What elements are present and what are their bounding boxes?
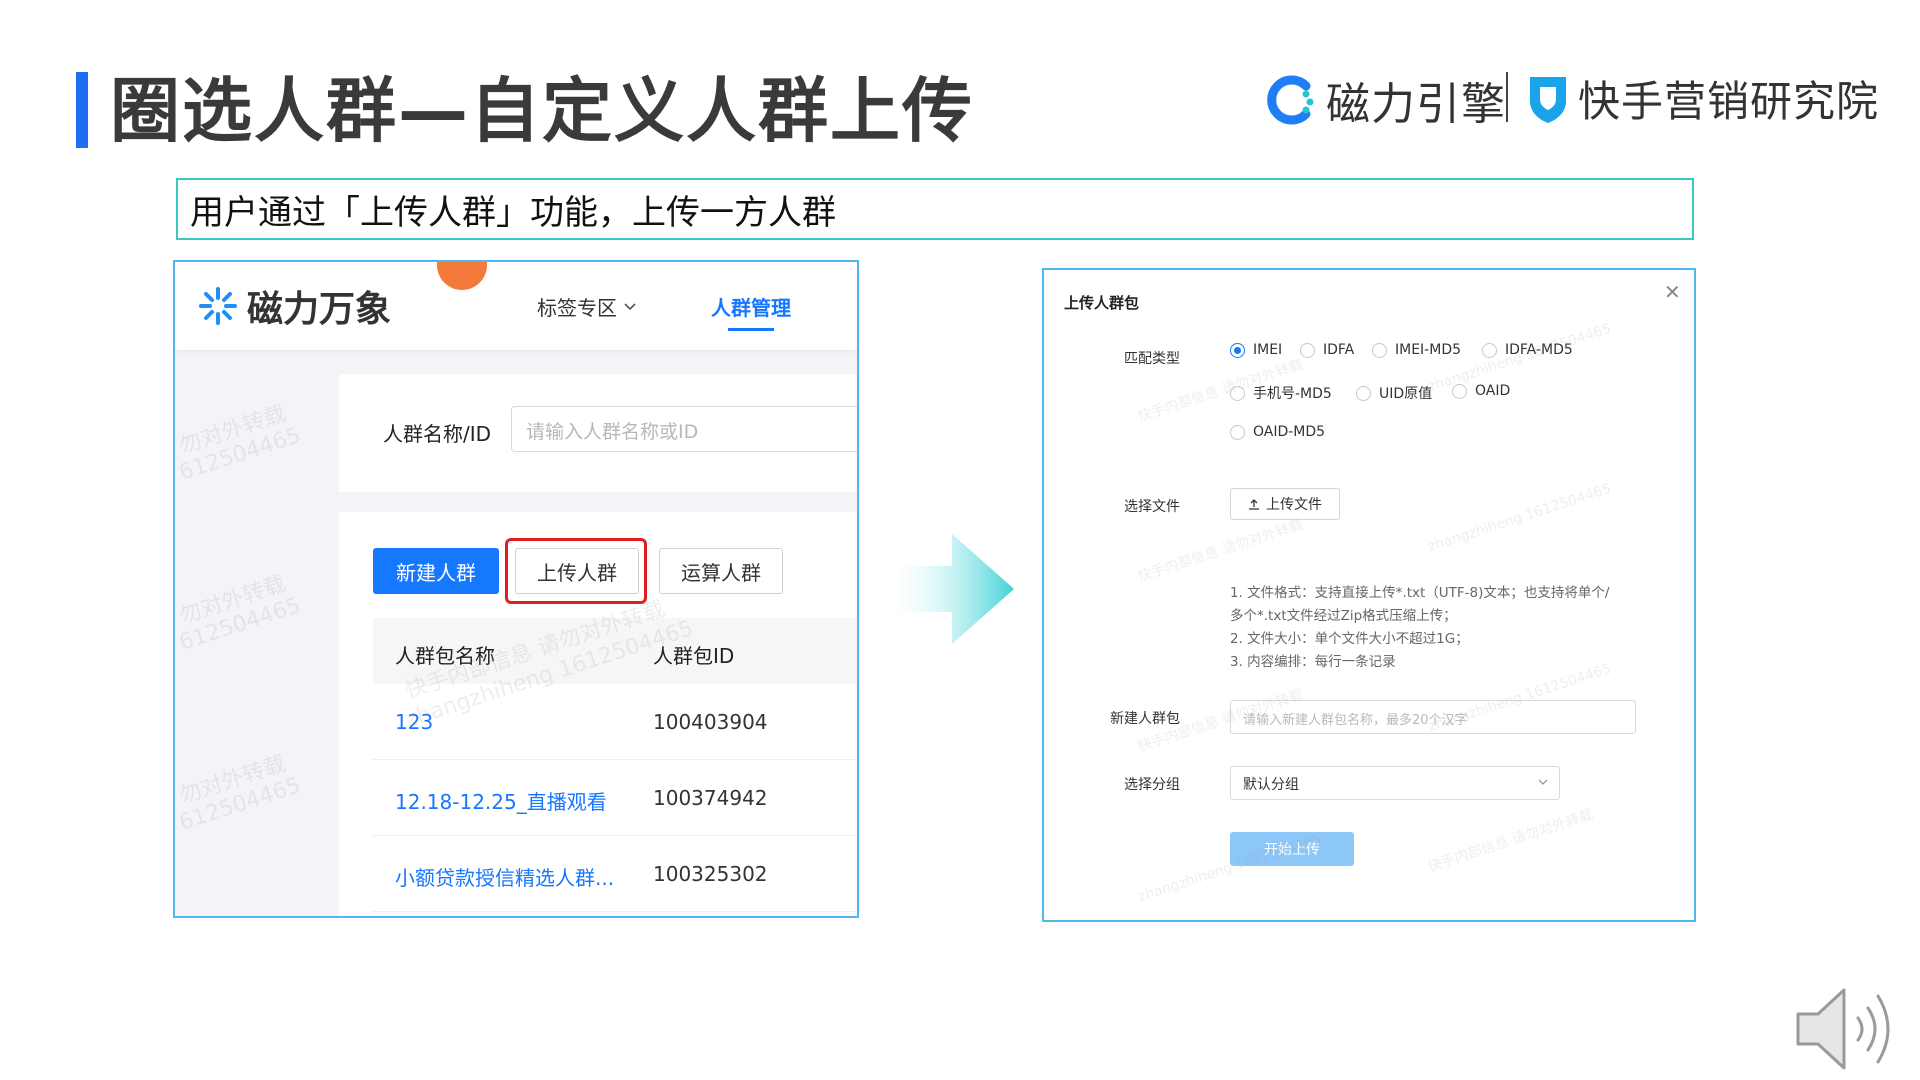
- crowd-name-link[interactable]: 123: [395, 710, 433, 734]
- search-label: 人群名称/ID: [383, 422, 492, 446]
- crowd-management-screenshot: 磁力万象 标签专区 人群管理 勿对外转载 612504465 勿对外转载 612…: [173, 260, 859, 918]
- slide-title: 圈选人群—自定义人群上传: [110, 70, 974, 152]
- radio-unchecked-icon: [1300, 342, 1315, 358]
- tip-line: 2. 文件大小：单个文件大小不超过1G；: [1230, 631, 1469, 647]
- watermark: 612504465: [176, 773, 304, 836]
- group-select-value: 默认分组: [1243, 777, 1299, 793]
- logo-divider: [1506, 72, 1508, 122]
- match-type-label: 匹配类型: [1124, 351, 1180, 367]
- subtitle-box: 用户通过「上传人群」功能，上传一方人群: [176, 178, 1694, 240]
- crowd-name-link[interactable]: 小额贷款授信精选人群...: [395, 862, 614, 891]
- radio-imei-md5[interactable]: IMEI-MD5: [1372, 342, 1461, 358]
- table-row: 小额贷款授信精选人群... 100325302: [373, 836, 857, 912]
- radio-unchecked-icon: [1452, 383, 1467, 399]
- kuaishou-shield-icon: [1530, 76, 1566, 123]
- table-row: 123 100403904: [373, 684, 857, 760]
- kuaishou-institute-logo: 快手营销研究院: [1526, 68, 1879, 129]
- subtitle-text: 用户通过「上传人群」功能，上传一方人群: [190, 192, 836, 233]
- brand-name: 磁力万象: [247, 289, 392, 330]
- group-label: 选择分组: [1124, 777, 1180, 793]
- burst-icon: [199, 287, 237, 325]
- radio-label: UID原值: [1379, 386, 1433, 402]
- radio-unchecked-icon: [1230, 385, 1245, 401]
- radio-imei[interactable]: IMEI: [1230, 342, 1282, 358]
- crowd-id: 100325302: [653, 862, 768, 886]
- radio-label: IDFA-MD5: [1505, 342, 1573, 358]
- select-file-label: 选择文件: [1124, 499, 1180, 515]
- radio-idfa-md5[interactable]: IDFA-MD5: [1482, 342, 1573, 358]
- new-pack-label: 新建人群包: [1110, 711, 1180, 727]
- nav-tags-label: 标签专区: [537, 296, 617, 320]
- cili-engine-logo: 磁力引擎: [1262, 68, 1506, 132]
- flow-arrow-icon: [894, 534, 1014, 644]
- radio-phone-md5[interactable]: 手机号-MD5: [1230, 383, 1332, 403]
- group-select[interactable]: 默认分组: [1230, 766, 1560, 800]
- watermark: 快手内部信息 请勿对外转载: [1136, 516, 1306, 586]
- watermark: 612504465: [176, 593, 304, 656]
- radio-unchecked-icon: [1482, 342, 1497, 358]
- top-nav: 磁力万象 标签专区 人群管理: [175, 262, 857, 350]
- search-card: 人群名称/ID 请输入人群名称或ID: [339, 374, 857, 492]
- radio-label: IDFA: [1323, 342, 1355, 358]
- cili-wanxiang-logo[interactable]: 磁力万象: [197, 280, 391, 332]
- title-accent-bar: [76, 72, 88, 148]
- upload-file-button[interactable]: 上传文件: [1230, 488, 1340, 520]
- nav-crowd-management[interactable]: 人群管理: [711, 292, 791, 321]
- watermark: zhangzhiheng 1612504465: [1426, 480, 1614, 556]
- new-crowd-button[interactable]: 新建人群: [373, 548, 499, 594]
- watermark: 勿对外转载: [176, 571, 289, 630]
- upload-tips: 1. 文件格式：支持直接上传*.txt（UTF-8)文本；也支持将单个/ 多个*…: [1230, 582, 1650, 674]
- search-input[interactable]: 请输入人群名称或ID: [511, 406, 857, 452]
- watermark: 快手内部信息 请勿对外转载: [1426, 806, 1596, 876]
- radio-uid-raw[interactable]: UID原值: [1356, 383, 1432, 403]
- radio-oaid[interactable]: OAID: [1452, 383, 1510, 399]
- tip-line: 1. 文件格式：支持直接上传*.txt（UTF-8)文本；也支持将单个/: [1230, 585, 1610, 601]
- table-header: 人群包名称 人群包ID: [373, 618, 857, 684]
- start-upload-button[interactable]: 开始上传: [1230, 832, 1354, 866]
- radio-label: IMEI: [1253, 342, 1283, 358]
- nav-tags-zone[interactable]: 标签专区: [537, 292, 637, 321]
- watermark: 勿对外转载: [176, 751, 289, 810]
- chevron-down-icon: [624, 302, 636, 310]
- upload-file-label: 上传文件: [1266, 497, 1322, 513]
- watermark: 612504465: [176, 423, 304, 486]
- radio-idfa[interactable]: IDFA: [1300, 342, 1354, 358]
- radio-label: 手机号-MD5: [1253, 386, 1332, 402]
- crowd-name-link[interactable]: 12.18-12.25_直播观看: [395, 786, 607, 815]
- header-pack-name: 人群包名称: [395, 644, 495, 668]
- table-row: 12.18-12.25_直播观看 100374942: [373, 760, 857, 836]
- compute-crowd-button[interactable]: 运算人群: [659, 548, 783, 594]
- chevron-down-icon: [1538, 779, 1548, 785]
- radio-unchecked-icon: [1372, 342, 1387, 358]
- active-tab-indicator: [728, 328, 774, 331]
- close-icon[interactable]: ✕: [1664, 282, 1681, 302]
- modal-title: 上传人群包: [1064, 294, 1140, 312]
- upload-icon: [1249, 499, 1259, 510]
- radio-unchecked-icon: [1356, 385, 1371, 401]
- watermark: 勿对外转载: [176, 401, 289, 460]
- crowd-id: 100403904: [653, 710, 768, 734]
- cili-engine-icon: [1267, 75, 1314, 125]
- kuaishou-institute-text: 快手营销研究院: [1578, 77, 1880, 126]
- header-pack-id: 人群包ID: [653, 644, 735, 668]
- new-pack-name-input[interactable]: 请输入新建人群包名称，最多20个汉字: [1230, 700, 1636, 734]
- crowd-id: 100374942: [653, 786, 768, 810]
- lantern-decoration: [437, 262, 487, 290]
- crowd-list-card: 新建人群 上传人群 运算人群 人群包名称 人群包ID 123 100403904…: [339, 512, 857, 916]
- radio-checked-icon: [1230, 342, 1245, 358]
- speaker-icon[interactable]: [1792, 984, 1902, 1074]
- upload-crowd-button[interactable]: 上传人群: [515, 548, 639, 594]
- radio-oaid-md5[interactable]: OAID-MD5: [1230, 424, 1325, 440]
- tip-line: 多个*.txt文件经过Zip格式压缩上传；: [1230, 608, 1457, 624]
- tip-line: 3. 内容编排：每行一条记录: [1230, 654, 1396, 670]
- cili-engine-text: 磁力引擎: [1326, 79, 1506, 130]
- radio-label: OAID: [1475, 383, 1511, 399]
- radio-unchecked-icon: [1230, 424, 1245, 440]
- radio-label: IMEI-MD5: [1395, 342, 1462, 358]
- upload-crowd-modal: 上传人群包 ✕ 匹配类型 IMEI IDFA IMEI-MD5 IDFA-MD5…: [1042, 268, 1696, 922]
- radio-label: OAID-MD5: [1253, 424, 1326, 440]
